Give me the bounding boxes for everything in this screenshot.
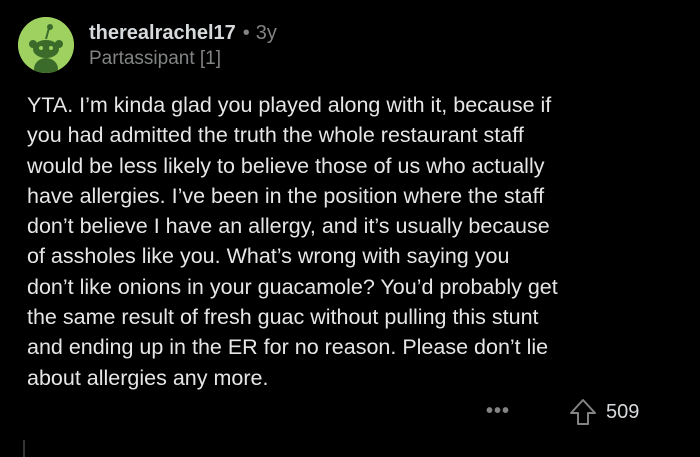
comment-body-line: you had admitted the truth the whole res…: [27, 123, 524, 148]
comment-age: 3y: [255, 22, 277, 44]
upvote-arrow-icon[interactable]: [568, 397, 598, 427]
avatar[interactable]: [18, 17, 74, 73]
more-options-icon[interactable]: •••: [486, 400, 516, 424]
thread-line[interactable]: [23, 440, 25, 457]
comment-body-line: about allergies any more.: [27, 365, 269, 390]
meta-separator: •: [242, 22, 250, 44]
comment-body-line: have allergies. I’ve been in the positio…: [27, 183, 545, 208]
comment-card: therealrachel17 • 3y Partassipant [1] YTA.…: [0, 0, 700, 457]
comment-body-line: don’t like onions in your guacamole? You…: [27, 274, 558, 299]
comment-body-line: the same result of fresh guac without pu…: [27, 305, 539, 330]
comment-header: therealrachel17 • 3y: [89, 22, 277, 45]
snoo-avatar-icon: [18, 17, 74, 73]
comment-body-line: don’t believe I have an allergy, and it’…: [27, 214, 550, 239]
comment-body-line: of assholes like you. What’s wrong with …: [27, 244, 510, 269]
upvote-count: 509: [606, 400, 640, 423]
author-link[interactable]: therealrachel17: [89, 22, 236, 44]
comment-body-line: YTA. I’m kinda glad you played along wit…: [27, 93, 552, 117]
comment-body: YTA. I’m kinda glad you played along wit…: [27, 90, 677, 393]
comment-body-line: and ending up in the ER for no reason. P…: [27, 335, 549, 360]
vote-control: 509: [568, 396, 639, 428]
user-flair: Partassipant [1]: [89, 48, 222, 69]
comment-body-line: would be less likely to believe those of…: [27, 153, 545, 178]
